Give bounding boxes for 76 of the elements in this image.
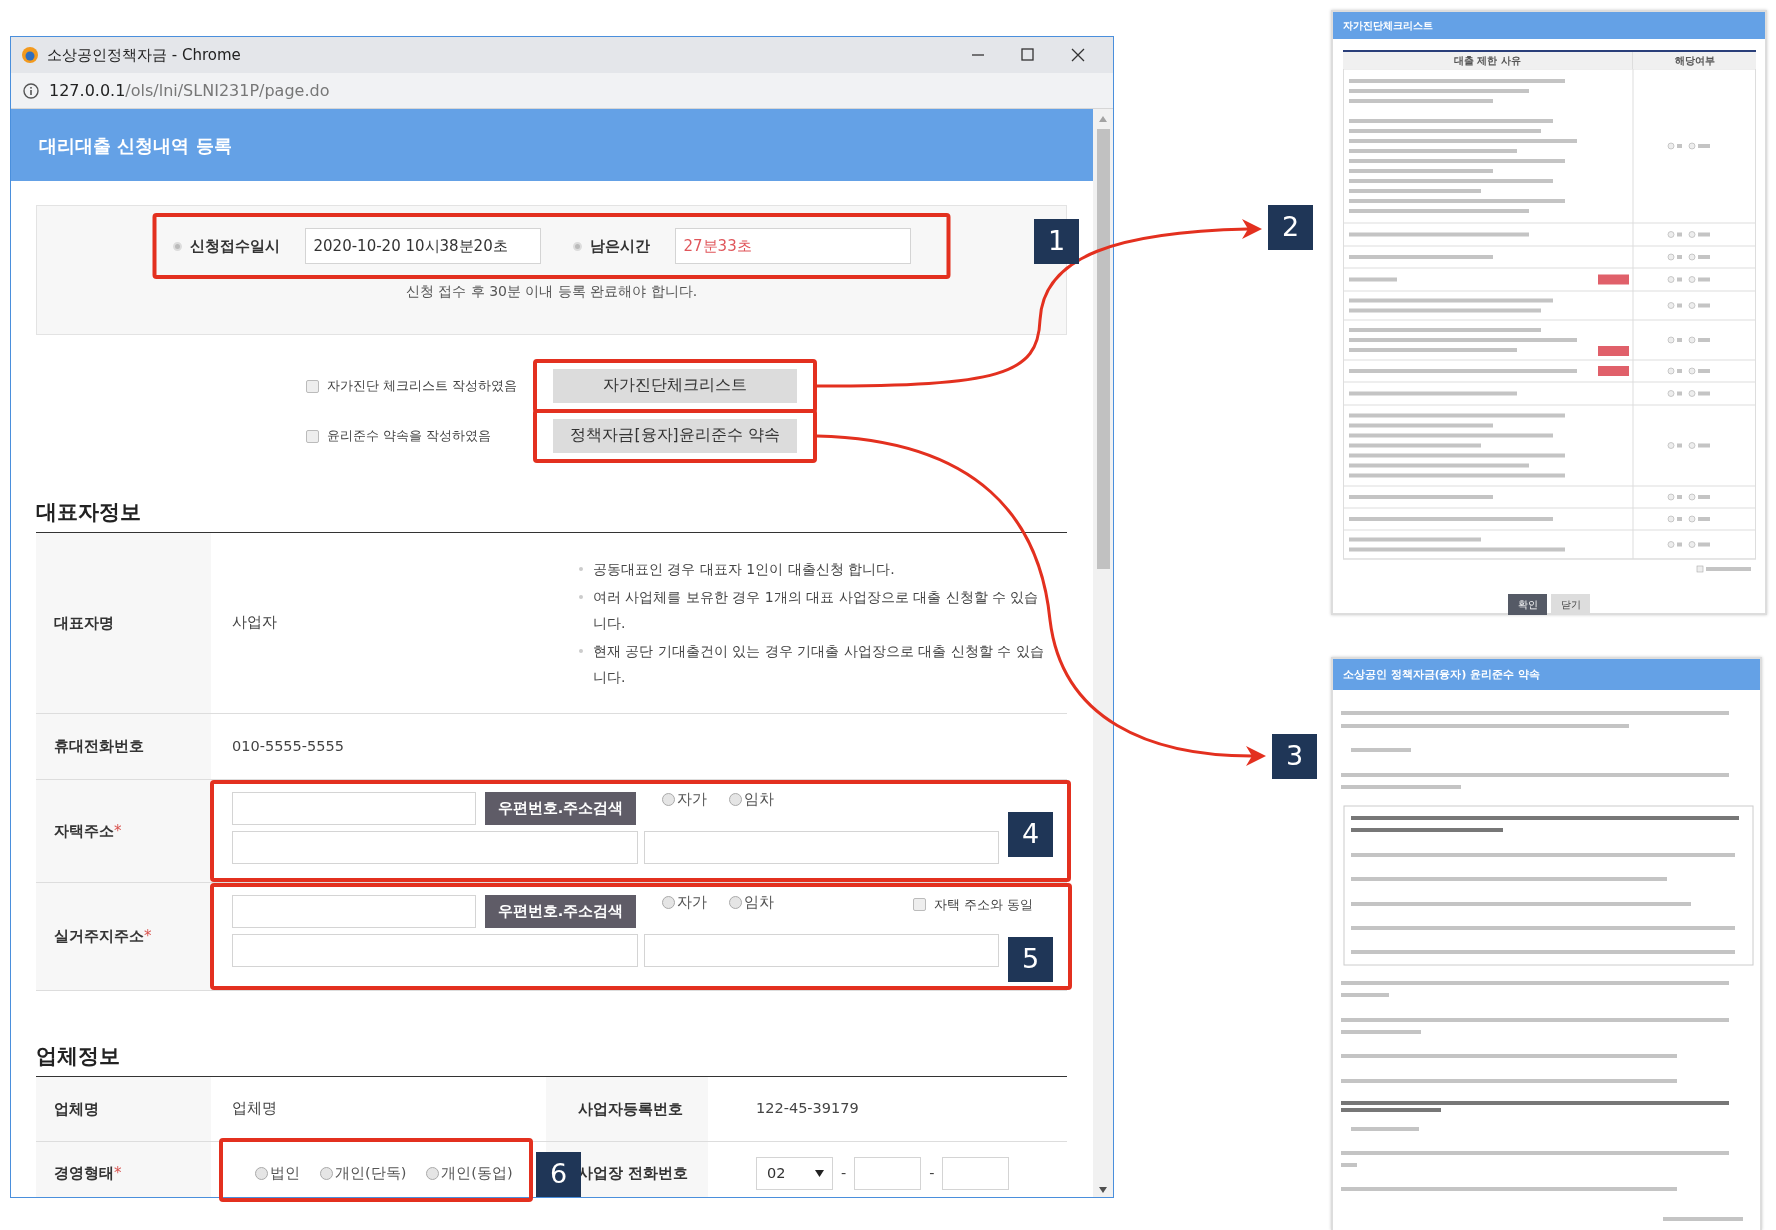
field-label: 사업장 전화번호 — [578, 1163, 689, 1185]
number-badge: 4 — [1008, 812, 1053, 857]
search-button[interactable]: 우편번호.주소검색 — [485, 792, 636, 825]
bullet-icon — [579, 567, 583, 571]
maximize-icon[interactable] — [1019, 47, 1037, 63]
radio-option[interactable]: 개인(단독) — [320, 1162, 407, 1185]
field-label: 사업자등록번호 — [578, 1098, 683, 1120]
note-text: 현재 공단 기대출건이 있는 경우 기대출 사업장으로 대출 신청할 수 있습니다. — [593, 642, 1045, 687]
app-logo-icon — [21, 46, 39, 64]
notice-text: 신청 접수 후 30분 이내 등록 완료해야 합니다. — [405, 282, 698, 301]
popup-header: 자가진단체크리스트 — [1333, 12, 1765, 39]
field-label: 자택주소 — [54, 820, 114, 842]
popup-button[interactable]: 확인 — [1508, 594, 1547, 615]
column-header: 대출 제한 사유 — [1343, 52, 1633, 69]
scroll-up-icon — [1098, 115, 1108, 123]
popup-button[interactable]: 닫기 — [1551, 594, 1590, 615]
address-url[interactable]: 127.0.0.1/ols/lni/SLNI231P/page.do — [49, 78, 330, 103]
bullet-icon — [579, 649, 583, 653]
checkbox-option[interactable]: 윤리준수 약속을 작성하였음 — [306, 426, 553, 446]
field-value: 010-5555-5555 — [231, 736, 344, 756]
separator-text: - — [841, 1163, 847, 1183]
checkbox-option[interactable]: 자택 주소와 동일 — [912, 895, 1033, 915]
bullet-icon — [579, 595, 583, 599]
form-button[interactable]: 정책자금[융자]윤리준수 약속 — [553, 419, 797, 453]
input-field[interactable] — [942, 1157, 1010, 1190]
number-badge: 5 — [1008, 937, 1053, 982]
input-field[interactable] — [644, 934, 999, 967]
close-icon[interactable] — [1069, 47, 1087, 63]
popup-header: 소상공인 정책자금(융자) 윤리준수 약속 — [1333, 659, 1760, 690]
field-label: 신청접수일시 — [189, 235, 280, 257]
info-icon — [23, 82, 39, 99]
search-button[interactable]: 우편번호.주소검색 — [485, 895, 636, 928]
input-field[interactable] — [854, 1157, 922, 1190]
field-value: 122-45-39179 — [756, 1099, 859, 1119]
radio-option[interactable]: 임차 — [729, 892, 774, 914]
required-mark: * — [114, 820, 122, 842]
number-badge: 2 — [1268, 205, 1313, 250]
field-label: 경영형태 — [54, 1163, 114, 1185]
form-button[interactable]: 자가진단체크리스트 — [553, 369, 797, 403]
separator-text: - — [929, 1163, 935, 1183]
input-field[interactable]: 2020-10-20 10시38분20초 — [304, 228, 541, 264]
bullet-icon — [172, 241, 182, 251]
scrollbar[interactable] — [1093, 109, 1113, 1197]
radio-option[interactable]: 자가 — [662, 892, 707, 914]
bullet-icon — [572, 241, 582, 251]
required-mark: * — [144, 926, 152, 948]
caret-icon — [815, 1170, 824, 1177]
input-field[interactable] — [232, 934, 638, 967]
radio-option[interactable]: 임차 — [729, 789, 774, 811]
field-value: 사업자 — [231, 613, 278, 633]
scrollbar-thumb[interactable] — [1096, 129, 1110, 569]
input-field[interactable] — [232, 895, 476, 928]
input-field[interactable] — [644, 831, 999, 864]
input-field[interactable] — [232, 792, 476, 825]
field-label: 휴대전화번호 — [54, 736, 144, 758]
checkbox-option[interactable]: 자가진단 체크리스트 작성하였음 — [306, 376, 553, 396]
field-label: 업체명 — [54, 1098, 99, 1120]
required-mark: * — [114, 1163, 122, 1185]
note-text: 여러 사업체를 보유한 경우 1개의 대표 사업장으로 대출 신청할 수 있습니다. — [593, 588, 1040, 633]
field-label: 남은시간 — [589, 235, 650, 257]
number-badge: 3 — [1272, 734, 1317, 779]
radio-option[interactable]: 법인 — [255, 1162, 300, 1185]
column-header: 해당여부 — [1673, 54, 1716, 68]
select-field[interactable]: 02 — [756, 1157, 833, 1190]
number-badge: 6 — [536, 1152, 581, 1197]
radio-option[interactable]: 자가 — [662, 789, 707, 811]
input-field[interactable] — [232, 831, 638, 864]
radio-option[interactable]: 개인(동업) — [426, 1162, 513, 1185]
field-label: 대표자명 — [54, 612, 114, 634]
field-label: 실거주지주소 — [54, 926, 144, 948]
number-badge: 1 — [1034, 219, 1079, 264]
note-text: 공동대표인 경우 대표자 1인이 대출신청 합니다. — [593, 560, 895, 579]
field-value: 업체명 — [232, 1099, 277, 1119]
window-title: 소상공인정책자금 - Chrome — [47, 44, 241, 66]
page-header: 대리대출 신청내역 등록 — [11, 109, 1093, 181]
input-field[interactable]: 27분33초 — [674, 228, 911, 264]
